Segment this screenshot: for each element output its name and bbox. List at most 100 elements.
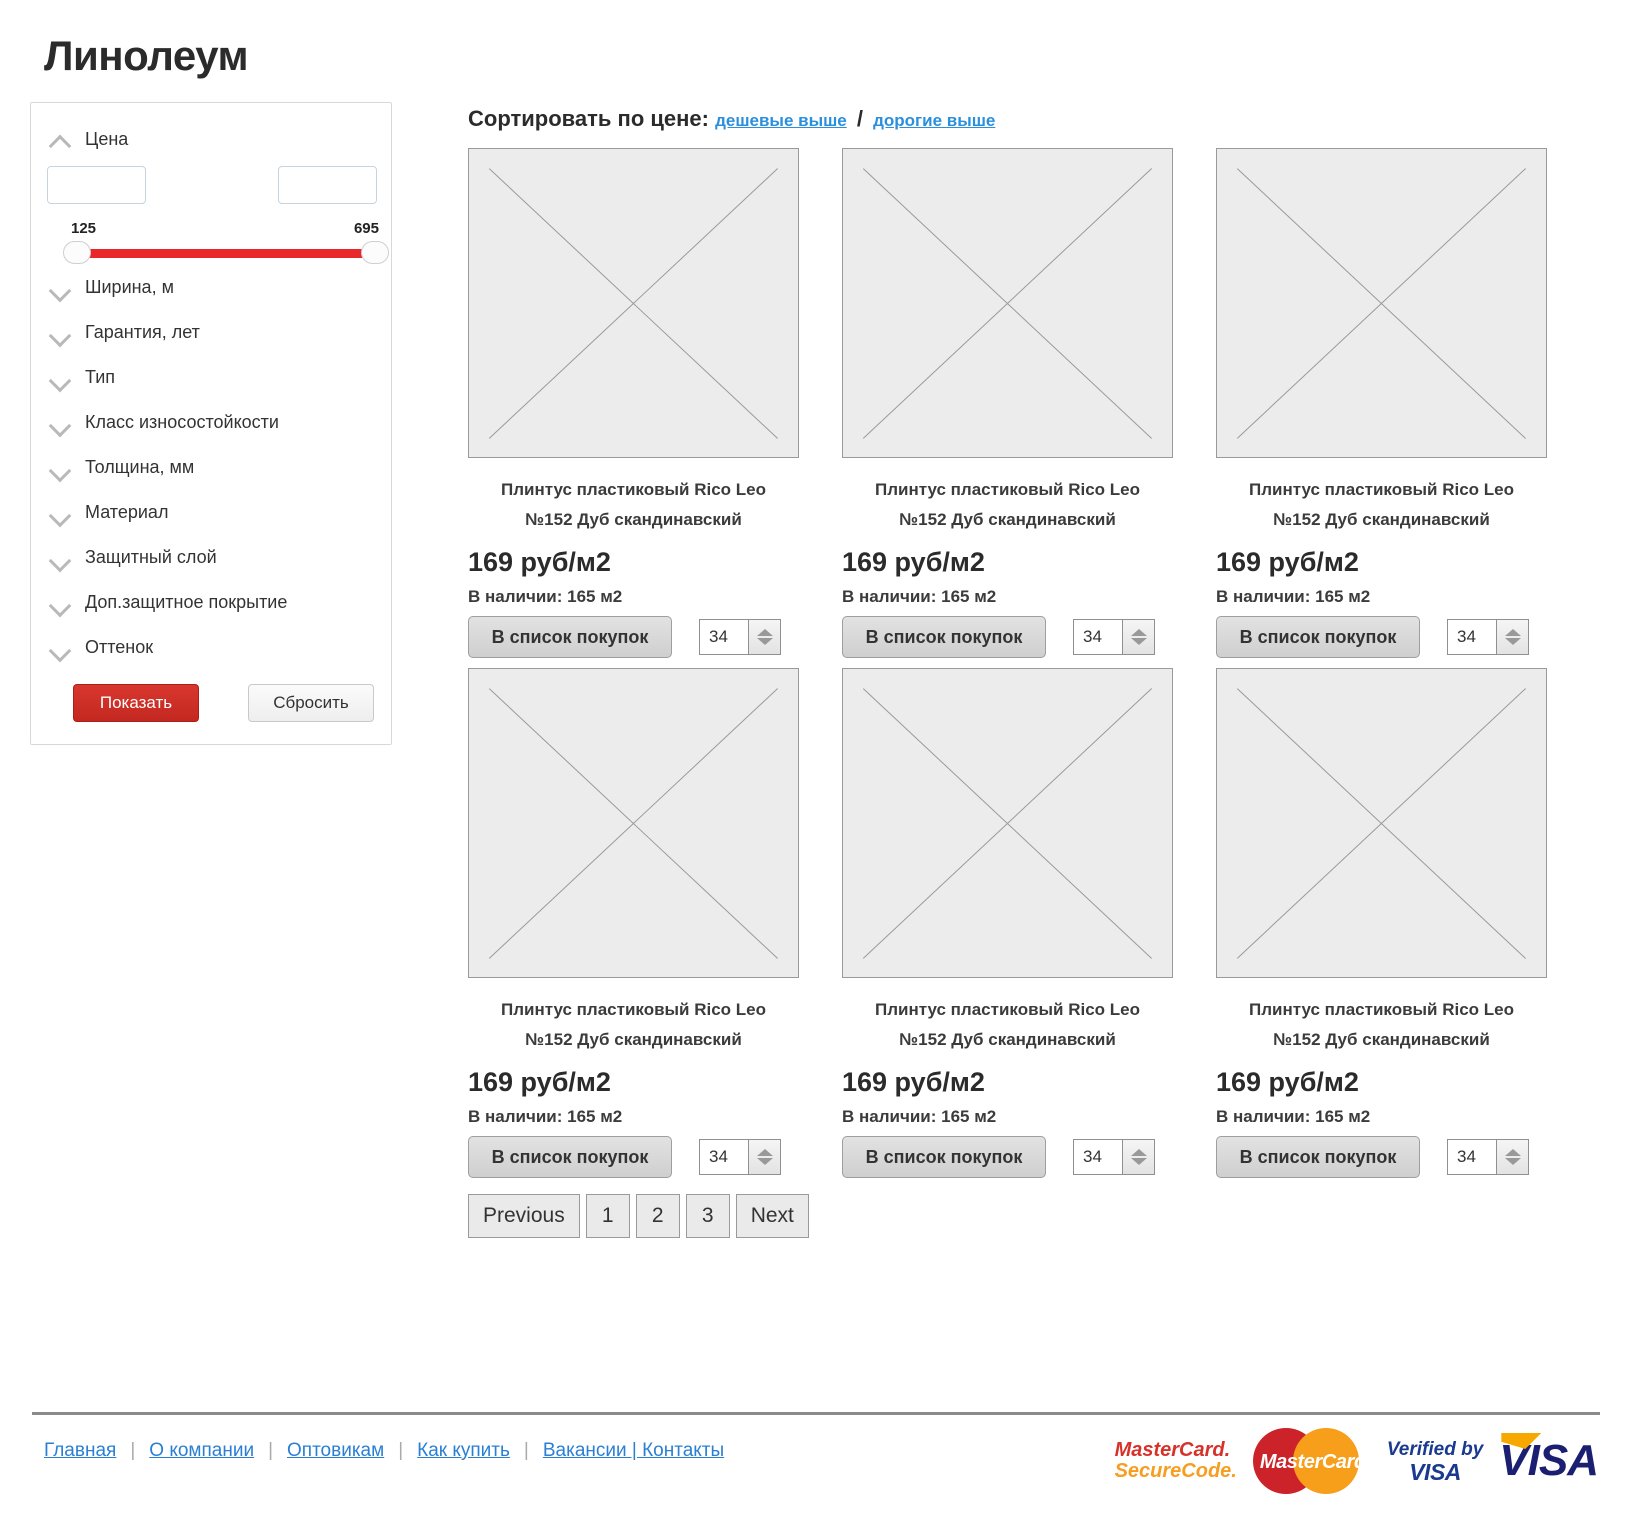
add-to-list-button[interactable]: В список покупок bbox=[842, 616, 1046, 658]
filter-label-wear-class: Класс износостойкости bbox=[85, 412, 279, 432]
arrow-down-icon[interactable] bbox=[756, 638, 773, 645]
pagination-page-3-button[interactable]: 3 bbox=[685, 1194, 730, 1238]
chevron-down-icon bbox=[47, 409, 75, 437]
quantity-input[interactable] bbox=[1448, 1140, 1496, 1174]
product-card[interactable]: Плинтус пластиковый Rico Leo №152 Дуб ск… bbox=[842, 148, 1216, 658]
quantity-stepper[interactable] bbox=[699, 619, 781, 655]
payment-logos: MasterCard. SecureCode. MasterCard Verif… bbox=[1115, 1425, 1599, 1497]
slider-handle-min[interactable] bbox=[63, 241, 91, 264]
price-range-slider[interactable] bbox=[63, 241, 389, 265]
apply-filters-button[interactable]: Показать bbox=[73, 684, 199, 722]
add-to-list-button[interactable]: В список покупок bbox=[468, 1136, 672, 1178]
filter-label-shade: Оттенок bbox=[85, 637, 154, 657]
add-to-list-button[interactable]: В список покупок bbox=[1216, 616, 1420, 658]
product-list-main: Сортировать по цене: дешевые выше / доро… bbox=[468, 106, 1592, 1238]
footer-link-jobs-contacts[interactable]: Вакансии | Контакты bbox=[543, 1440, 724, 1462]
product-card[interactable]: Плинтус пластиковый Rico Leo №152 Дуб ск… bbox=[842, 668, 1216, 1178]
filter-section-extra-coating[interactable]: Доп.защитное покрытие bbox=[31, 580, 391, 625]
product-card[interactable]: Плинтус пластиковый Rico Leo №152 Дуб ск… bbox=[1216, 668, 1590, 1178]
quantity-arrows[interactable] bbox=[1122, 1140, 1154, 1174]
filter-section-warranty[interactable]: Гарантия, лет bbox=[31, 310, 391, 355]
product-image-placeholder[interactable] bbox=[842, 668, 1173, 978]
product-title-line1: Плинтус пластиковый Rico Leo bbox=[1248, 1000, 1515, 1019]
product-price: 169 руб/м2 bbox=[468, 547, 611, 577]
verified-by-visa-line2: VISA bbox=[1409, 1459, 1461, 1485]
slider-handle-max[interactable] bbox=[361, 241, 389, 264]
product-stock: В наличии: 165 м2 bbox=[842, 1107, 997, 1126]
price-min-input[interactable] bbox=[47, 166, 146, 204]
add-to-list-button[interactable]: В список покупок bbox=[842, 1136, 1046, 1178]
product-stock: В наличии: 165 м2 bbox=[468, 587, 623, 606]
quantity-stepper[interactable] bbox=[1073, 619, 1155, 655]
filter-section-width[interactable]: Ширина, м bbox=[31, 265, 391, 310]
footer-link-divider: | bbox=[130, 1440, 136, 1461]
footer-divider bbox=[32, 1412, 1600, 1415]
quantity-input[interactable] bbox=[1074, 620, 1122, 654]
quantity-input[interactable] bbox=[1074, 1140, 1122, 1174]
verified-by-visa-icon: Verified by VISA bbox=[1387, 1439, 1483, 1485]
quantity-arrows[interactable] bbox=[1496, 1140, 1528, 1174]
quantity-arrows[interactable] bbox=[748, 1140, 780, 1174]
filter-section-price[interactable]: Цена bbox=[31, 117, 391, 162]
product-image-placeholder[interactable] bbox=[1216, 148, 1547, 458]
chevron-down-icon bbox=[47, 274, 75, 302]
quantity-stepper[interactable] bbox=[1447, 1139, 1529, 1175]
quantity-stepper[interactable] bbox=[1073, 1139, 1155, 1175]
sort-cheap-first-link[interactable]: дешевые выше bbox=[715, 111, 847, 130]
arrow-up-icon[interactable] bbox=[1130, 1149, 1147, 1156]
product-title: Плинтус пластиковый Rico Leo №152 Дуб ск… bbox=[842, 475, 1173, 535]
add-to-list-button[interactable]: В список покупок bbox=[1216, 1136, 1420, 1178]
pagination-page-2-button[interactable]: 2 bbox=[635, 1194, 680, 1238]
quantity-arrows[interactable] bbox=[748, 620, 780, 654]
filter-section-shade[interactable]: Оттенок bbox=[31, 625, 391, 670]
quantity-input[interactable] bbox=[700, 620, 748, 654]
filter-section-wear-class[interactable]: Класс износостойкости bbox=[31, 400, 391, 445]
arrow-down-icon[interactable] bbox=[1130, 638, 1147, 645]
product-card[interactable]: Плинтус пластиковый Rico Leo №152 Дуб ск… bbox=[1216, 148, 1590, 658]
product-image-placeholder[interactable] bbox=[842, 148, 1173, 458]
footer-link-wholesale[interactable]: Оптовикам bbox=[287, 1440, 384, 1462]
product-image-placeholder[interactable] bbox=[468, 148, 799, 458]
quantity-stepper[interactable] bbox=[1447, 619, 1529, 655]
reset-filters-button[interactable]: Сбросить bbox=[248, 684, 374, 722]
sort-label: Сортировать по цене: bbox=[468, 106, 709, 131]
footer-link-home[interactable]: Главная bbox=[44, 1440, 116, 1462]
filter-section-material[interactable]: Материал bbox=[31, 490, 391, 535]
pagination-page-1-button[interactable]: 1 bbox=[585, 1194, 630, 1238]
arrow-up-icon[interactable] bbox=[756, 629, 773, 636]
quantity-arrows[interactable] bbox=[1496, 620, 1528, 654]
product-grid: Плинтус пластиковый Rico Leo №152 Дуб ск… bbox=[468, 148, 1592, 1188]
price-max-input[interactable] bbox=[278, 166, 377, 204]
filter-section-protective-layer[interactable]: Защитный слой bbox=[31, 535, 391, 580]
arrow-up-icon[interactable] bbox=[1130, 629, 1147, 636]
quantity-arrows[interactable] bbox=[1122, 620, 1154, 654]
product-card[interactable]: Плинтус пластиковый Rico Leo №152 Дуб ск… bbox=[468, 668, 842, 1178]
sort-separator: / bbox=[856, 106, 863, 131]
arrow-up-icon[interactable] bbox=[1504, 1149, 1521, 1156]
add-to-list-button[interactable]: В список покупок bbox=[468, 616, 672, 658]
quantity-input[interactable] bbox=[700, 1140, 748, 1174]
filter-section-thickness[interactable]: Толщина, мм bbox=[31, 445, 391, 490]
product-image-placeholder[interactable] bbox=[468, 668, 799, 978]
arrow-down-icon[interactable] bbox=[756, 1158, 773, 1165]
arrow-down-icon[interactable] bbox=[1504, 638, 1521, 645]
chevron-down-icon bbox=[47, 634, 75, 662]
arrow-down-icon[interactable] bbox=[1504, 1158, 1521, 1165]
product-title-line2: №152 Дуб скандинавский bbox=[899, 510, 1116, 529]
quantity-input[interactable] bbox=[1448, 620, 1496, 654]
pagination-previous-button[interactable]: Previous bbox=[468, 1194, 580, 1238]
product-title-line1: Плинтус пластиковый Rico Leo bbox=[874, 480, 1141, 499]
product-controls: В список покупок bbox=[1216, 1136, 1590, 1178]
product-image-placeholder[interactable] bbox=[1216, 668, 1547, 978]
footer-link-about[interactable]: О компании bbox=[149, 1440, 254, 1462]
sort-expensive-first-link[interactable]: дорогие выше bbox=[873, 111, 995, 130]
footer-link-how-to-buy[interactable]: Как купить bbox=[417, 1440, 510, 1462]
quantity-stepper[interactable] bbox=[699, 1139, 781, 1175]
filter-section-type[interactable]: Тип bbox=[31, 355, 391, 400]
product-card[interactable]: Плинтус пластиковый Rico Leo №152 Дуб ск… bbox=[468, 148, 842, 658]
product-title: Плинтус пластиковый Rico Leo №152 Дуб ск… bbox=[1216, 475, 1547, 535]
arrow-down-icon[interactable] bbox=[1130, 1158, 1147, 1165]
arrow-up-icon[interactable] bbox=[1504, 629, 1521, 636]
pagination-next-button[interactable]: Next bbox=[735, 1194, 809, 1238]
arrow-up-icon[interactable] bbox=[756, 1149, 773, 1156]
